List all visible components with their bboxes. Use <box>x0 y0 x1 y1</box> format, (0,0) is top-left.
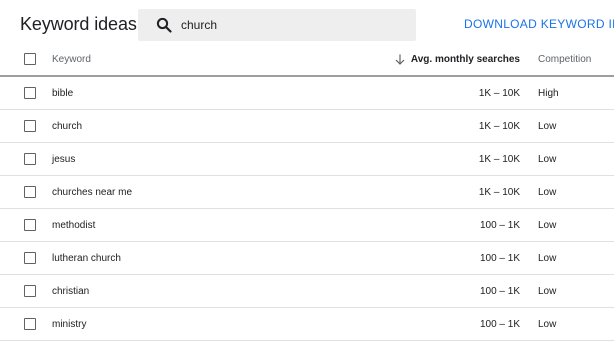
competition-cell: Low <box>538 186 557 198</box>
column-header-competition[interactable]: Competition <box>538 43 591 75</box>
row-checkbox[interactable] <box>24 252 36 264</box>
avg-monthly-searches-cell: 100 – 1K <box>479 252 520 264</box>
search-input[interactable] <box>181 18 401 32</box>
competition-cell: Low <box>538 120 557 132</box>
competition-cell: Low <box>538 285 557 297</box>
table-row[interactable]: lutheran church 100 – 1K Low <box>0 242 614 275</box>
keyword-cell: methodist <box>52 219 96 231</box>
avg-monthly-searches-cell: 1K – 10K <box>478 153 520 165</box>
table-row[interactable]: jesus 1K – 10K Low <box>0 143 614 176</box>
table-body: bible 1K – 10K High church 1K – 10K Low jesus 1… <box>0 77 614 341</box>
column-header-avg-monthly-searches[interactable]: Avg. monthly searches <box>395 43 520 75</box>
avg-monthly-searches-cell: 100 – 1K <box>479 219 520 231</box>
row-checkbox[interactable] <box>24 87 36 99</box>
avg-monthly-searches-cell: 1K – 10K <box>478 186 520 198</box>
column-header-keyword[interactable]: Keyword <box>52 43 91 75</box>
keyword-cell: church <box>52 120 83 132</box>
table-row[interactable]: ministry 100 – 1K Low <box>0 308 614 341</box>
keyword-cell: ministry <box>52 318 87 330</box>
arrow-down-icon <box>395 54 405 65</box>
table-row[interactable]: bible 1K – 10K High <box>0 77 614 110</box>
competition-cell: Low <box>538 318 557 330</box>
competition-cell: Low <box>538 219 557 231</box>
keyword-cell: jesus <box>52 153 76 165</box>
download-keyword-ideas-link[interactable]: DOWNLOAD KEYWORD IDEAS <box>464 17 614 31</box>
avg-monthly-searches-cell: 1K – 10K <box>478 87 520 99</box>
table-header: Keyword Avg. monthly searches Competitio… <box>0 43 614 77</box>
avg-monthly-searches-cell: 100 – 1K <box>479 285 520 297</box>
competition-cell: High <box>538 87 559 99</box>
column-header-avg-monthly-searches-label: Avg. monthly searches <box>410 53 520 65</box>
avg-monthly-searches-cell: 1K – 10K <box>478 120 520 132</box>
table-row[interactable]: church 1K – 10K Low <box>0 110 614 143</box>
search-box[interactable] <box>138 9 416 41</box>
keyword-cell: bible <box>52 87 74 99</box>
row-checkbox[interactable] <box>24 153 36 165</box>
row-checkbox[interactable] <box>24 219 36 231</box>
table-row[interactable]: churches near me 1K – 10K Low <box>0 176 614 209</box>
keyword-cell: lutheran church <box>52 252 121 264</box>
avg-monthly-searches-cell: 100 – 1K <box>479 318 520 330</box>
table-row[interactable]: methodist 100 – 1K Low <box>0 209 614 242</box>
search-icon <box>156 17 172 33</box>
row-checkbox[interactable] <box>24 285 36 297</box>
competition-cell: Low <box>538 153 557 165</box>
table-row[interactable]: christian 100 – 1K Low <box>0 275 614 308</box>
keyword-table: Keyword Avg. monthly searches Competitio… <box>0 43 614 341</box>
keyword-cell: christian <box>52 285 90 297</box>
keyword-cell: churches near me <box>52 186 133 198</box>
page-title: Keyword ideas <box>20 14 137 34</box>
select-all-checkbox[interactable] <box>24 53 36 65</box>
row-checkbox[interactable] <box>24 120 36 132</box>
keyword-ideas-page: Keyword ideas DOWNLOAD KEYWORD IDEAS Key… <box>0 0 614 351</box>
competition-cell: Low <box>538 252 557 264</box>
row-checkbox[interactable] <box>24 186 36 198</box>
row-checkbox[interactable] <box>24 318 36 330</box>
